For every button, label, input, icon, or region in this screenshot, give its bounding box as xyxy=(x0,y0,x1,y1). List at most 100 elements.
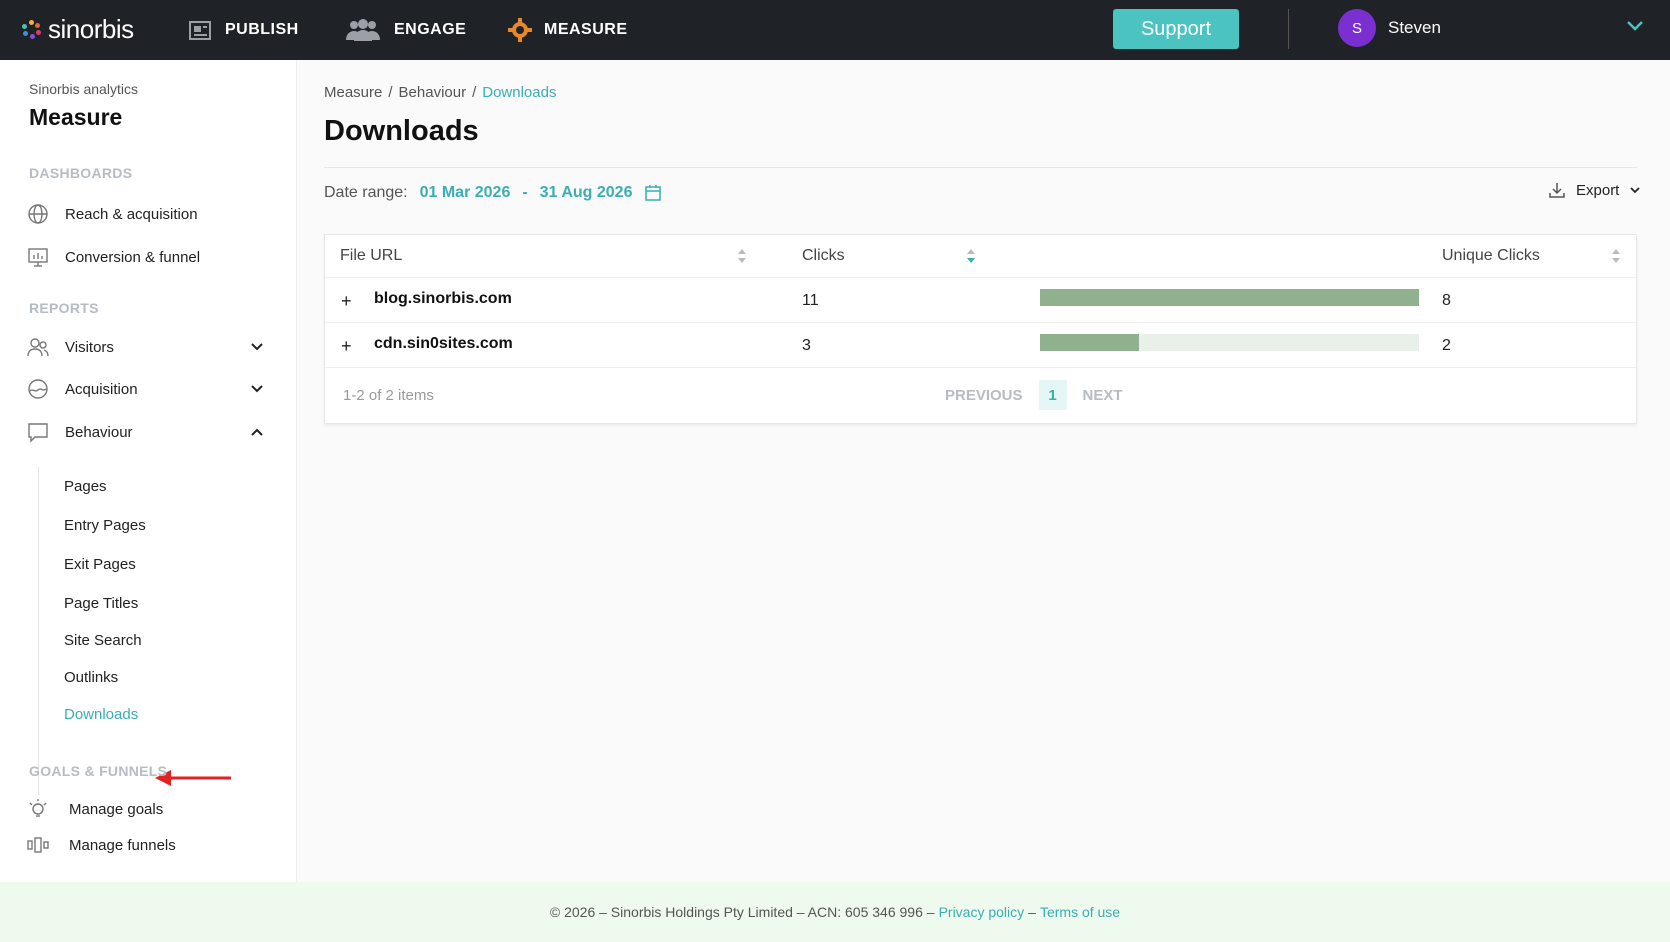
header-clicks[interactable]: Clicks xyxy=(802,235,845,277)
sinorbis-logo[interactable]: sinorbis xyxy=(22,14,134,45)
download-icon xyxy=(1549,183,1565,198)
clicks-value: 11 xyxy=(802,292,819,309)
expand-plus-icon[interactable]: + xyxy=(341,291,352,312)
chevron-up-icon[interactable] xyxy=(250,427,264,437)
breadcrumb-behaviour[interactable]: Behaviour xyxy=(399,84,467,101)
table-row: + cdn.sin0sites.com 3 2 xyxy=(325,322,1636,367)
user-menu[interactable]: S Steven xyxy=(1338,9,1441,47)
section-reports: REPORTS xyxy=(29,300,99,316)
sidebar-item-label: Manage funnels xyxy=(69,836,176,854)
publish-icon xyxy=(189,21,211,40)
nav-publish[interactable]: PUBLISH xyxy=(189,16,299,44)
chat-bubble-icon xyxy=(27,421,49,443)
monitor-chart-icon xyxy=(27,246,49,268)
clicks-bar-fill xyxy=(1040,334,1139,351)
sidebar-item-label: Manage goals xyxy=(69,800,164,818)
section-dashboards: DASHBOARDS xyxy=(29,165,133,181)
funnel-icon xyxy=(27,834,49,856)
engage-people-icon xyxy=(346,19,380,41)
sidebar-item-page-titles[interactable]: Page Titles xyxy=(64,595,138,612)
acquisition-icon xyxy=(27,378,49,400)
tree-line xyxy=(38,467,39,795)
next-button[interactable]: NEXT xyxy=(1083,387,1123,404)
table-footer: 1-2 of 2 items PREVIOUS 1 NEXT xyxy=(325,367,1636,423)
sidebar-item-label: Conversion & funnel xyxy=(65,248,201,266)
expand-plus-icon[interactable]: + xyxy=(341,336,352,357)
sidebar-item-visitors[interactable]: Visitors xyxy=(27,336,114,358)
items-count: 1-2 of 2 items xyxy=(343,387,434,404)
sidebar-item-manage-goals[interactable]: Manage goals xyxy=(27,798,163,820)
sidebar-subtitle: Sinorbis analytics xyxy=(29,81,138,97)
file-url: cdn.sin0sites.com xyxy=(374,335,513,352)
unique-clicks-value: 2 xyxy=(1442,337,1451,354)
sidebar-item-label: Reach & acquisition xyxy=(65,205,198,223)
breadcrumb-separator: / xyxy=(388,84,393,101)
page-number-button[interactable]: 1 xyxy=(1038,380,1067,410)
sidebar-item-entry-pages[interactable]: Entry Pages xyxy=(64,517,146,534)
sidebar-item-acquisition[interactable]: Acquisition xyxy=(27,378,138,400)
table-row: + blog.sinorbis.com 11 8 xyxy=(325,277,1636,322)
calendar-icon[interactable] xyxy=(644,184,662,202)
export-label: Export xyxy=(1576,181,1620,199)
pagination: PREVIOUS 1 NEXT xyxy=(945,380,1123,410)
previous-button[interactable]: PREVIOUS xyxy=(945,387,1023,404)
sidebar-item-outlinks[interactable]: Outlinks xyxy=(64,669,118,686)
support-button[interactable]: Support xyxy=(1113,9,1239,49)
nav-engage[interactable]: ENGAGE xyxy=(344,16,466,44)
sort-icon[interactable] xyxy=(1611,247,1621,265)
sidebar-item-label: Visitors xyxy=(65,338,114,356)
globe-icon xyxy=(27,203,49,225)
date-start[interactable]: 01 Mar 2026 xyxy=(420,184,511,202)
sidebar-item-label: Behaviour xyxy=(65,423,133,441)
chevron-down-icon[interactable] xyxy=(250,342,264,352)
downloads-table: File URL Clicks Unique Clicks + blog.sin… xyxy=(324,234,1637,424)
nav-engage-label: ENGAGE xyxy=(394,21,467,38)
privacy-policy-link[interactable]: Privacy policy xyxy=(939,904,1025,920)
top-divider xyxy=(1288,9,1289,49)
terms-of-use-link[interactable]: Terms of use xyxy=(1040,904,1120,920)
section-goals-funnels: GOALS & FUNNELS xyxy=(29,763,168,779)
logo-mark-icon xyxy=(22,19,42,40)
page-title: Downloads xyxy=(324,115,479,147)
clicks-value: 3 xyxy=(802,337,811,354)
breadcrumb-downloads: Downloads xyxy=(482,84,557,101)
header-unique-clicks[interactable]: Unique Clicks xyxy=(1442,235,1540,277)
clicks-bar xyxy=(1040,289,1419,306)
clicks-bar xyxy=(1040,334,1419,351)
measure-gear-icon xyxy=(508,18,532,42)
divider xyxy=(324,167,1637,168)
date-range-label: Date range: xyxy=(324,184,408,201)
nav-publish-label: PUBLISH xyxy=(225,21,299,38)
breadcrumb-measure[interactable]: Measure xyxy=(324,84,382,101)
visitors-icon xyxy=(27,336,49,358)
date-end[interactable]: 31 Aug 2026 xyxy=(540,184,633,202)
sidebar-title: Measure xyxy=(29,104,123,130)
chevron-down-icon[interactable] xyxy=(1626,20,1644,32)
top-nav-bar: sinorbis PUBLISH ENGAGE MEASURE Support … xyxy=(0,0,1670,60)
breadcrumb: Measure / Behaviour / Downloads xyxy=(324,84,556,101)
sidebar-item-conversion-funnel[interactable]: Conversion & funnel xyxy=(27,246,200,268)
sidebar-item-manage-funnels[interactable]: Manage funnels xyxy=(27,834,176,856)
sidebar-item-reach-acquisition[interactable]: Reach & acquisition xyxy=(27,203,198,225)
chevron-down-icon[interactable] xyxy=(250,384,264,394)
sidebar-item-exit-pages[interactable]: Exit Pages xyxy=(64,556,136,573)
sort-icon[interactable] xyxy=(737,247,747,265)
footer-dash: – xyxy=(1028,904,1036,920)
sidebar-item-downloads[interactable]: Downloads xyxy=(64,706,138,723)
sidebar-item-behaviour[interactable]: Behaviour xyxy=(27,421,133,443)
nav-measure-label: MEASURE xyxy=(544,21,628,38)
header-file-url[interactable]: File URL xyxy=(340,235,402,277)
unique-clicks-value: 8 xyxy=(1442,292,1451,309)
sort-icon[interactable] xyxy=(966,247,976,265)
export-button[interactable]: Export xyxy=(1548,181,1641,199)
nav-measure[interactable]: MEASURE xyxy=(508,16,628,44)
sidebar-item-label: Acquisition xyxy=(65,380,138,398)
sidebar-item-site-search[interactable]: Site Search xyxy=(64,632,142,649)
main-content: Measure / Behaviour / Downloads Download… xyxy=(298,60,1670,882)
date-range[interactable]: Date range: 01 Mar 2026 - 31 Aug 2026 xyxy=(324,184,662,202)
sidebar: Sinorbis analytics Measure DASHBOARDS Re… xyxy=(0,60,297,882)
sidebar-item-pages[interactable]: Pages xyxy=(64,478,107,495)
avatar: S xyxy=(1338,9,1376,47)
footer-copyright: © 2026 – Sinorbis Holdings Pty Limited –… xyxy=(549,904,935,920)
chevron-down-icon xyxy=(1630,187,1640,194)
